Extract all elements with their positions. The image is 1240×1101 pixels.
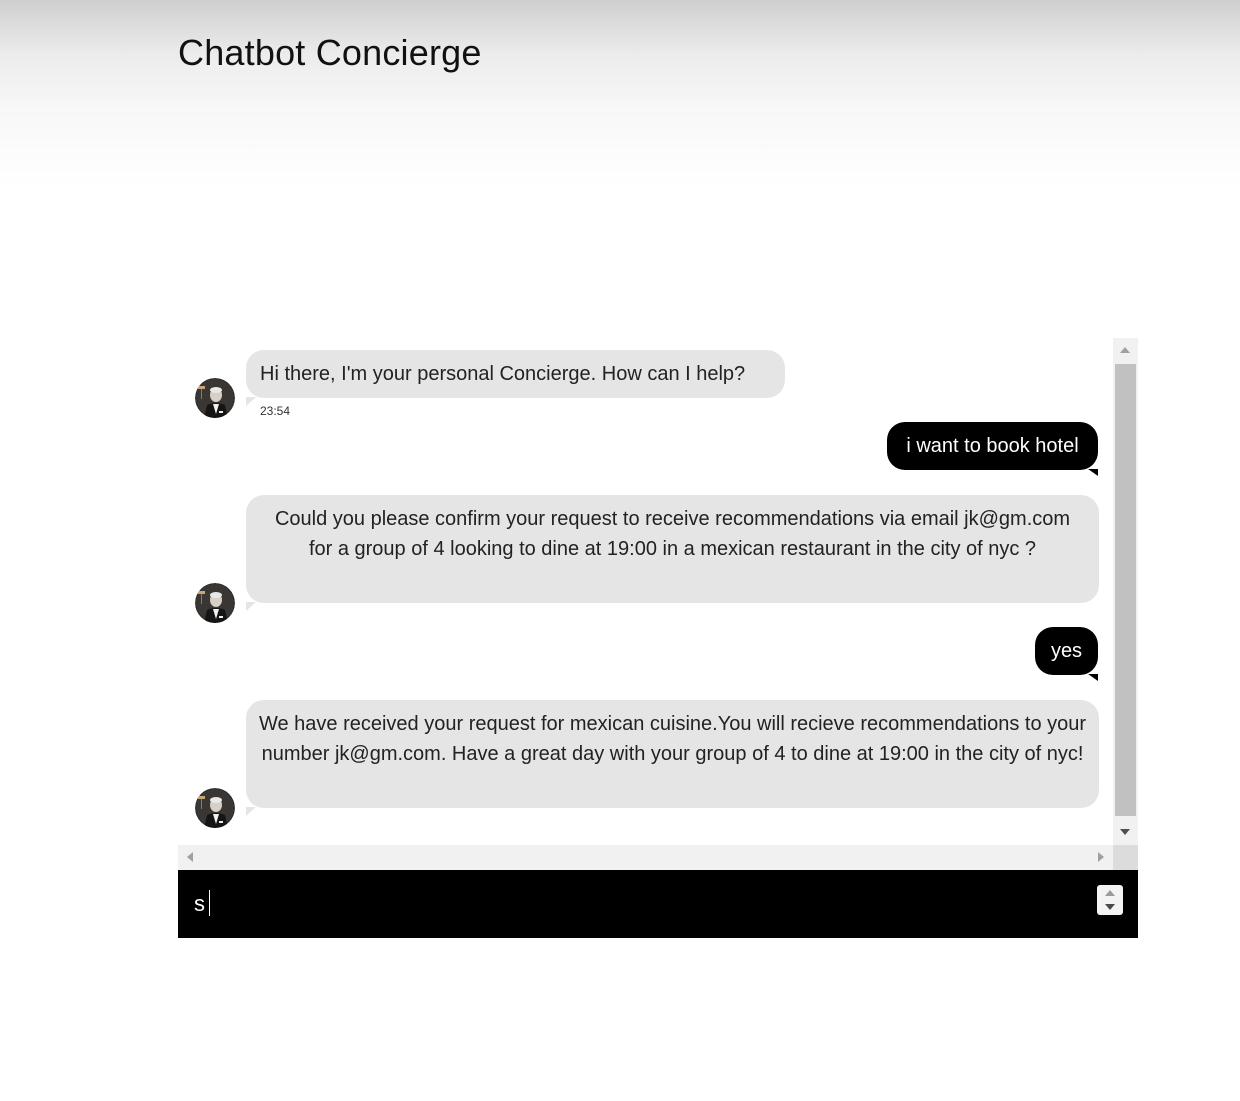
bot-message-bubble: Hi there, I'm your personal Concierge. H… (246, 350, 785, 406)
chat-input[interactable] (194, 886, 1074, 922)
bot-message-row: Could you please confirm your request to… (178, 495, 1113, 625)
message-timestamp: 23:54 (260, 404, 291, 418)
number-spinner[interactable] (1097, 885, 1123, 915)
user-message-row: yes (178, 627, 1113, 687)
chat-messages-area[interactable]: Hi there, I'm your personal Concierge. H… (178, 338, 1113, 845)
arrow-left-icon[interactable] (178, 845, 203, 870)
page-title: Chatbot Concierge (178, 32, 482, 73)
bot-message-row: We have received your request for mexica… (178, 700, 1113, 830)
bot-message-bubble: We have received your request for mexica… (246, 700, 1099, 816)
user-message-row: i want to book hotel (178, 422, 1113, 482)
user-message-bubble: yes (1035, 627, 1098, 681)
scrollbar-corner (1113, 845, 1138, 870)
bot-message-row: Hi there, I'm your personal Concierge. H… (178, 338, 1113, 428)
arrow-down-icon[interactable] (1113, 820, 1138, 845)
arrow-right-icon[interactable] (1088, 845, 1113, 870)
concierge-avatar-icon (195, 583, 235, 623)
chat-window: Hi there, I'm your personal Concierge. H… (178, 338, 1138, 938)
concierge-avatar-icon (195, 788, 235, 828)
vertical-scrollbar[interactable] (1113, 338, 1138, 845)
concierge-avatar-icon (195, 378, 235, 418)
arrow-up-icon[interactable] (1113, 338, 1138, 363)
scrollbar-thumb[interactable] (1115, 364, 1136, 816)
bot-message-bubble: Could you please confirm your request to… (246, 495, 1099, 611)
text-caret (209, 890, 210, 916)
chat-input-bar (178, 870, 1138, 938)
spinner-down-icon[interactable] (1097, 900, 1123, 915)
horizontal-scrollbar[interactable] (178, 845, 1113, 870)
spinner-up-icon[interactable] (1097, 885, 1123, 900)
header-band (0, 0, 1240, 190)
user-message-bubble: i want to book hotel (887, 422, 1098, 476)
